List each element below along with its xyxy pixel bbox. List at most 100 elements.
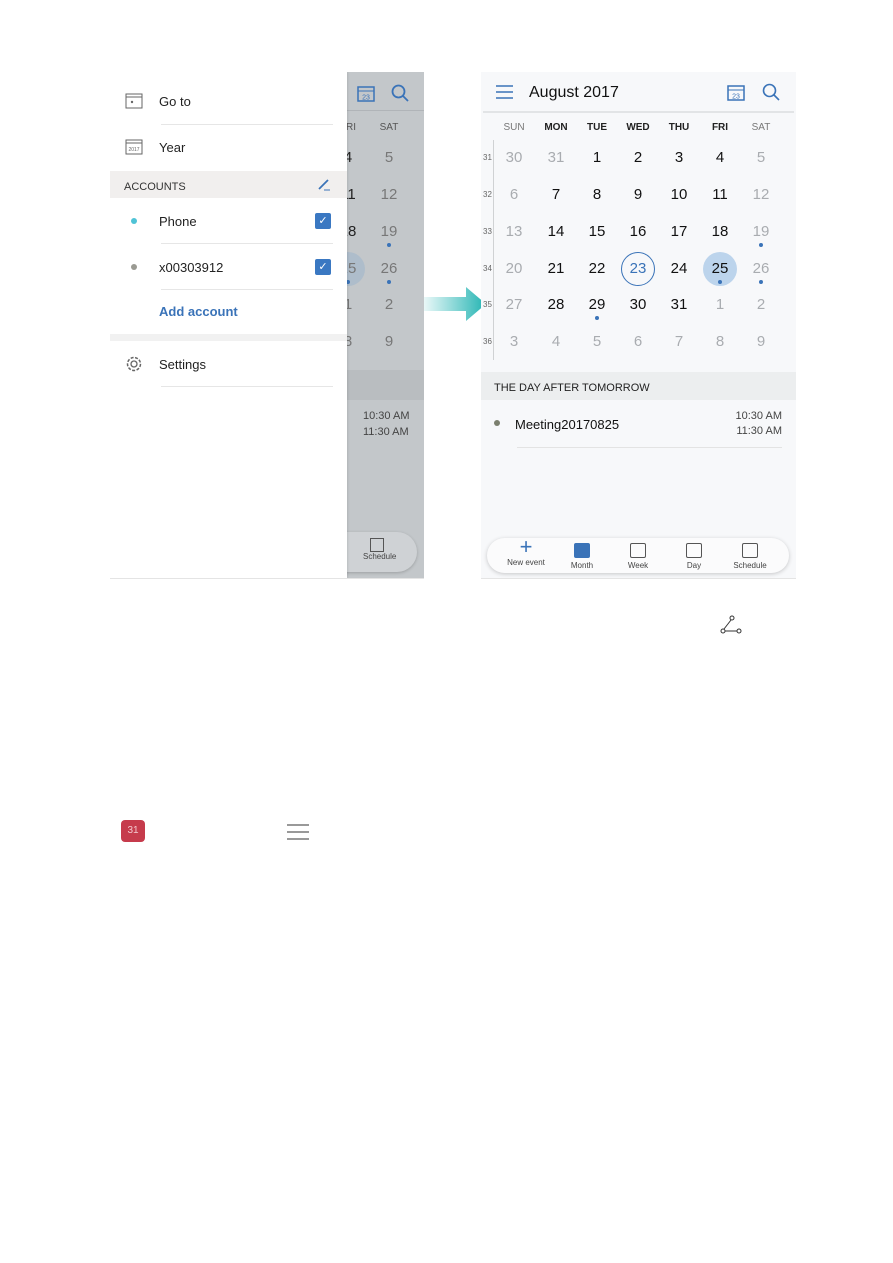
day-number: 5	[592, 333, 602, 350]
day-cell[interactable]: 14	[539, 215, 573, 249]
day-cell[interactable]: 18	[703, 215, 737, 249]
tab-new-event[interactable]: + New event	[498, 536, 554, 568]
account-item[interactable]: x00303912 ✓	[110, 244, 347, 290]
menu-icon[interactable]	[496, 85, 513, 99]
day-cell[interactable]: 5	[744, 141, 778, 175]
day-cell[interactable]: 3	[497, 325, 531, 359]
day-icon	[686, 543, 702, 558]
day-cell[interactable]: 10	[662, 178, 696, 212]
day-cell[interactable]: 5	[580, 325, 614, 359]
schedule-icon	[742, 543, 758, 558]
day-number: 5	[384, 149, 394, 166]
day-cell[interactable]: 9	[621, 178, 655, 212]
add-account-link[interactable]: Add account	[110, 288, 347, 334]
day-cell[interactable]: 8	[580, 178, 614, 212]
tab-schedule[interactable]: Schedule	[722, 538, 778, 570]
day-cell[interactable]: 13	[497, 215, 531, 249]
day-number: 12	[752, 186, 770, 203]
day-cell[interactable]: 9	[744, 325, 778, 359]
week-number: 31	[483, 153, 492, 162]
search-icon[interactable]	[762, 83, 780, 101]
week-number: 33	[483, 227, 492, 236]
day-cell[interactable]: 17	[662, 215, 696, 249]
day-cell: 9	[372, 325, 406, 359]
day-number: 26	[380, 260, 398, 277]
edit-icon[interactable]	[317, 177, 331, 191]
day-cell[interactable]: 16	[621, 215, 655, 249]
event-dot	[387, 280, 391, 284]
day-cell[interactable]: 1	[580, 141, 614, 175]
day-number: 6	[509, 186, 519, 203]
day-cell[interactable]: 28	[539, 288, 573, 322]
day-cell[interactable]: 8	[703, 325, 737, 359]
tab-label: New event	[507, 558, 545, 567]
weekday-header: FRI	[711, 122, 729, 133]
day-cell[interactable]: 27	[497, 288, 531, 322]
arrow-icon	[424, 287, 486, 321]
today-icon[interactable]: 23	[727, 83, 745, 101]
month-title: August 2017	[529, 84, 619, 101]
calendar-screenshot: August 2017 23 SUN MON TUE WED THU FRI SAT 31 30…	[481, 72, 796, 578]
day-cell[interactable]: 23	[621, 252, 655, 286]
account-color-dot	[131, 264, 137, 270]
day-cell[interactable]: 26	[744, 252, 778, 286]
drawer-item-year[interactable]: 2017 Year	[110, 124, 347, 170]
day-cell[interactable]: 1	[703, 288, 737, 322]
day-cell[interactable]: 12	[744, 178, 778, 212]
search-icon[interactable]	[391, 84, 409, 102]
tab-label: Day	[686, 561, 702, 570]
day-cell[interactable]: 31	[539, 141, 573, 175]
day-number: 2	[633, 149, 643, 166]
event-item[interactable]: Meeting20170825 10:30 AM 11:30 AM	[481, 402, 796, 448]
account-color-dot	[131, 218, 137, 224]
day-cell[interactable]: 24	[662, 252, 696, 286]
day-cell[interactable]: 2	[621, 141, 655, 175]
event-dot	[718, 280, 722, 284]
day-number: 28	[547, 296, 565, 313]
day-cell[interactable]: 15	[580, 215, 614, 249]
day-number: 3	[509, 333, 519, 350]
account-checkbox[interactable]: ✓	[315, 213, 331, 229]
day-cell[interactable]: 7	[539, 178, 573, 212]
tab-month[interactable]: Month	[554, 538, 610, 570]
account-item[interactable]: Phone ✓	[110, 198, 347, 244]
day-cell[interactable]: 31	[662, 288, 696, 322]
day-cell[interactable]: 20	[497, 252, 531, 286]
tab-schedule[interactable]: Schedule	[337, 532, 417, 572]
day-cell[interactable]: 6	[621, 325, 655, 359]
day-cell[interactable]: 6	[497, 178, 531, 212]
day-cell[interactable]: 30	[497, 141, 531, 175]
day-cell[interactable]: 4	[703, 141, 737, 175]
day-cell[interactable]: 21	[539, 252, 573, 286]
tab-day[interactable]: Day	[666, 538, 722, 570]
svg-text:23: 23	[362, 95, 370, 102]
day-cell[interactable]: 29	[580, 288, 614, 322]
week-number: 32	[483, 190, 492, 199]
day-cell: 5	[372, 141, 406, 175]
event-dot	[759, 243, 763, 247]
week-icon	[630, 543, 646, 558]
account-name: Phone	[159, 213, 197, 229]
drawer-item-goto[interactable]: Go to	[110, 78, 347, 124]
day-cell[interactable]: 30	[621, 288, 655, 322]
day-cell[interactable]: 19	[744, 215, 778, 249]
drawer-screenshot: 23 FRI SAT 4 5 11 12 18 19 25 26 1 2 8 9 10:30 AM 11:3…	[110, 72, 424, 578]
tab-week[interactable]: Week	[610, 538, 666, 570]
day-cell[interactable]: 7	[662, 325, 696, 359]
month-icon	[574, 543, 590, 558]
day-cell[interactable]: 4	[539, 325, 573, 359]
calendar-app-icon: 31	[121, 820, 145, 842]
day-number: 20	[505, 260, 523, 277]
account-checkbox[interactable]: ✓	[315, 259, 331, 275]
day-cell: 2	[372, 288, 406, 322]
weekday-header: MON	[544, 122, 568, 133]
day-cell[interactable]: 11	[703, 178, 737, 212]
day-number: 14	[547, 223, 565, 240]
day-cell[interactable]: 22	[580, 252, 614, 286]
drawer-item-settings[interactable]: Settings	[110, 341, 347, 387]
day-cell[interactable]: 3	[662, 141, 696, 175]
day-cell[interactable]: 2	[744, 288, 778, 322]
day-cell[interactable]: 25	[703, 252, 737, 286]
event-dot	[759, 280, 763, 284]
dimmed-event-times: 10:30 AM 11:30 AM	[363, 410, 410, 438]
